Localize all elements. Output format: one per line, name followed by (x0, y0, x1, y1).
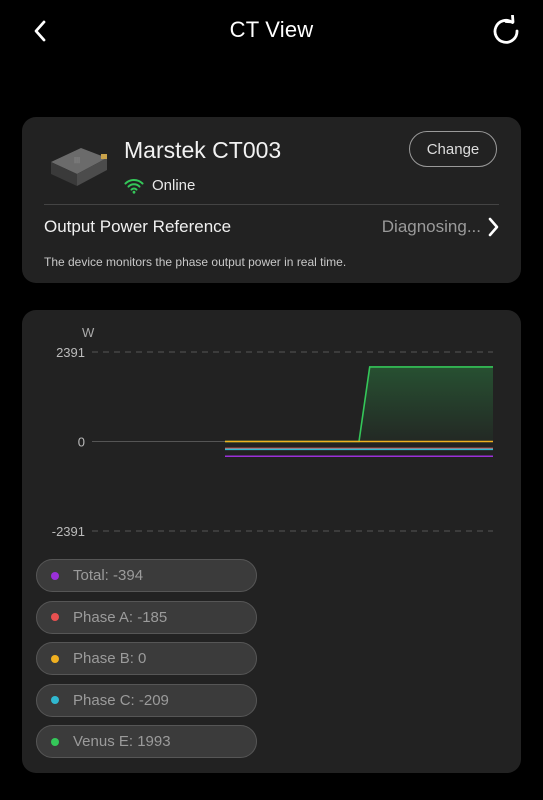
svg-text:|||: ||| (74, 157, 80, 164)
legend-item[interactable]: Total: -394 (36, 559, 257, 592)
legend-label: Phase C: -209 (73, 691, 169, 709)
output-power-label: Output Power Reference (44, 217, 232, 236)
legend-color-dot (51, 737, 59, 746)
output-power-value: Diagnosing... (381, 217, 481, 236)
wifi-icon (124, 178, 144, 194)
refresh-button[interactable] (489, 14, 523, 48)
device-status: Online (124, 177, 195, 194)
legend-item[interactable]: Phase A: -185 (36, 600, 257, 634)
legend-label: Venus E: 1993 (73, 733, 171, 750)
device-description: The device monitors the phase output pow… (44, 255, 347, 269)
legend-item[interactable]: Phase C: -209 (36, 683, 257, 717)
output-power-reference-row[interactable]: Output Power Reference Diagnosing... (44, 211, 499, 243)
change-button[interactable]: Change (409, 131, 497, 167)
legend-item[interactable]: Phase B: 0 (36, 642, 257, 675)
divider (44, 204, 499, 205)
legend-color-dot (51, 654, 59, 663)
legend-color-dot (51, 571, 59, 580)
legend-label: Total: -394 (73, 567, 144, 584)
y-tick-label: 0 (78, 435, 85, 450)
y-axis-unit: W (82, 325, 95, 340)
refresh-icon (493, 15, 519, 44)
y-tick-label: -2391 (52, 524, 85, 539)
status-text: Online (152, 177, 196, 194)
chart-legend: Total: -394 Phase A: -185 Phase B: 0 Phase … (36, 559, 257, 767)
chart-card: W 2391 0 -2391 Total: -394 Phase A: -185 Pha… (22, 310, 521, 773)
legend-color-dot (51, 696, 59, 704)
legend-label: Phase B: 0 (73, 650, 147, 667)
legend-label: Phase A: -185 (73, 608, 168, 626)
legend-color-dot (51, 613, 59, 621)
y-tick-label: 2391 (56, 345, 85, 360)
power-chart: W 2391 0 -2391 (52, 325, 493, 539)
ct-meter-device-icon: ||| (51, 148, 107, 186)
top-bar: CT View (0, 0, 543, 62)
legend-item[interactable]: Venus E: 1993 (36, 725, 257, 758)
device-name: Marstek CT003 (124, 137, 282, 163)
venus-e-area (225, 366, 493, 442)
chevron-right-icon (488, 217, 499, 237)
device-card: ||| Marstek CT003 Online Change Output P… (22, 117, 521, 283)
page-title: CT View (229, 17, 314, 42)
